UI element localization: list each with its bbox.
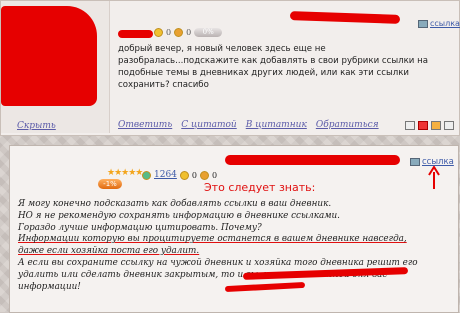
username-redacted (225, 155, 400, 165)
rating-stars: ★★★★★ (107, 168, 143, 178)
answer-heading: Это следует знать: (204, 181, 316, 194)
comment-line: подобные темы в дневниках других людей, … (118, 68, 409, 78)
comment-tools (405, 121, 454, 130)
comment-line: разобралась...подскажите как добавлять в… (118, 56, 429, 66)
answer-line: Гораздо лучше информацию цитировать. Поч… (18, 222, 262, 233)
answer-line: даже если хозяйка поста его удалит. (18, 246, 200, 257)
answer-line: Информации которую вы процитируете остан… (18, 234, 407, 245)
reaction-bar: 1264 0 0 (142, 170, 217, 180)
hide-link[interactable]: Скрыть (17, 121, 56, 131)
answer-line: Я могу конечно подсказать как добавлять … (18, 199, 332, 209)
username-redacted (118, 30, 153, 38)
reaction-bar: 0 0 0% (154, 28, 223, 37)
avatar-redacted (1, 6, 97, 106)
save-to-quotes-link[interactable]: В цитатник (246, 120, 307, 130)
dislike-icon[interactable] (200, 170, 209, 180)
like-icon[interactable] (179, 170, 189, 180)
mention-link[interactable]: Обратиться (316, 120, 379, 130)
link-icon (418, 19, 428, 28)
post-count[interactable]: 1264 (154, 170, 177, 180)
rating-badge: 0% (194, 28, 223, 37)
answer-text: Я могу конечно подсказать как добавлять … (18, 199, 448, 293)
like-count: 0 (191, 170, 197, 180)
permalink[interactable]: ссылка (418, 19, 460, 28)
permalink-label: ссылка (430, 19, 460, 28)
comment-line: добрый вечер, я новый человек здесь еще … (118, 44, 326, 54)
comment-line: сохранить? спасибо (118, 80, 209, 90)
dislike-count: 0 (186, 28, 192, 37)
reply-link[interactable]: Ответить (118, 120, 172, 130)
comment-text: добрый вечер, я новый человек здесь еще … (118, 43, 448, 91)
author-column (1, 1, 110, 133)
like-icon[interactable] (154, 28, 163, 37)
comment-actions: Ответить С цитатой В цитатник Обратиться (118, 120, 379, 130)
more-icon[interactable] (444, 121, 454, 130)
delete-icon[interactable] (418, 121, 428, 130)
dislike-icon[interactable] (174, 28, 184, 37)
flag-icon[interactable] (431, 121, 441, 130)
posts-icon (142, 170, 151, 180)
edit-icon[interactable] (405, 121, 415, 130)
answer-line: НО я не рекомендую сохранять информацию … (18, 210, 340, 221)
annotation-arrow-icon (428, 166, 440, 189)
like-count: 0 (166, 28, 172, 37)
dislike-count: 0 (212, 170, 218, 180)
link-icon (410, 157, 420, 166)
quote-reply-link[interactable]: С цитатой (181, 120, 236, 130)
rating-badge: -1% (98, 179, 122, 189)
